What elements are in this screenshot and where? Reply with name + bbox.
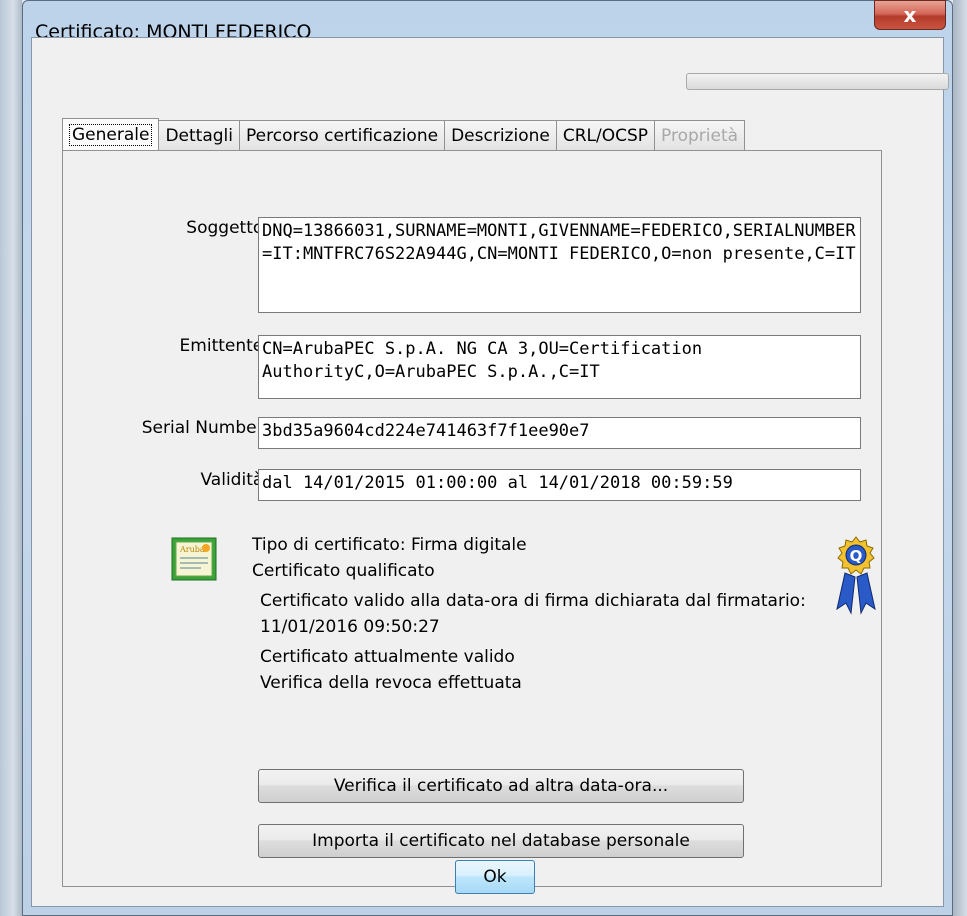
background-window-strip-right	[953, 0, 967, 916]
revocation-checked-text: Verifica della revoca effettuata	[260, 673, 522, 693]
ribbon-letter: Q	[850, 547, 863, 565]
progress-bar	[686, 73, 949, 90]
cert-type-text: Tipo di certificato: Firma digitale	[252, 535, 527, 555]
close-button[interactable]: x	[874, 0, 946, 30]
background-window-strip-left	[0, 0, 22, 916]
qualified-text: Certificato qualificato	[252, 561, 435, 581]
tab-generale[interactable]: Generale	[62, 118, 160, 150]
signature-datetime-text: 11/01/2016 09:50:27	[260, 617, 440, 637]
tab-strip: Generale Dettagli Percorso certificazion…	[62, 118, 746, 151]
tab-label: Generale	[69, 124, 153, 146]
tab-proprieta: Proprietà	[654, 120, 746, 150]
subject-label: Soggetto:	[186, 218, 269, 238]
ok-button[interactable]: Ok	[455, 860, 535, 894]
issuer-field[interactable]: CN=ArubaPEC S.p.A. NG CA 3,OU=Certificat…	[258, 335, 861, 399]
tab-percorso-certificazione[interactable]: Percorso certificazione	[239, 120, 446, 150]
tab-descrizione[interactable]: Descrizione	[444, 120, 557, 150]
subject-field[interactable]: DNQ=13866031,SURNAME=MONTI,GIVENNAME=FED…	[258, 217, 861, 313]
certificate-dialog: Certificato: MONTI FEDERICO x Generale D…	[22, 0, 953, 916]
serial-number-label: Serial Number:	[141, 418, 269, 438]
verify-other-date-button[interactable]: Verifica il certificato ad altra data-or…	[258, 769, 744, 803]
tab-panel-generale: Soggetto: DNQ=13866031,SURNAME=MONTI,GIV…	[62, 150, 882, 887]
valid-at-signature-text: Certificato valido alla data-ora di firm…	[260, 591, 806, 611]
serial-number-field[interactable]: 3bd35a9604cd224e741463f7f1ee90e7	[258, 417, 861, 449]
tab-crl-ocsp[interactable]: CRL/OCSP	[555, 120, 656, 150]
currently-valid-text: Certificato attualmente valido	[260, 647, 515, 667]
import-personal-db-button[interactable]: Importa il certificato nel database pers…	[258, 824, 744, 858]
issuer-label: Emittente:	[179, 336, 269, 356]
validity-field[interactable]: dal 14/01/2015 01:00:00 al 14/01/2018 00…	[258, 469, 861, 501]
dialog-client-area: Generale Dettagli Percorso certificazion…	[31, 37, 949, 907]
certificate-icon: Aruba	[171, 537, 217, 585]
qualified-ribbon-icon: Q	[835, 535, 877, 619]
tab-dettagli[interactable]: Dettagli	[158, 120, 241, 150]
certificate-badge-text: Aruba	[179, 545, 205, 554]
